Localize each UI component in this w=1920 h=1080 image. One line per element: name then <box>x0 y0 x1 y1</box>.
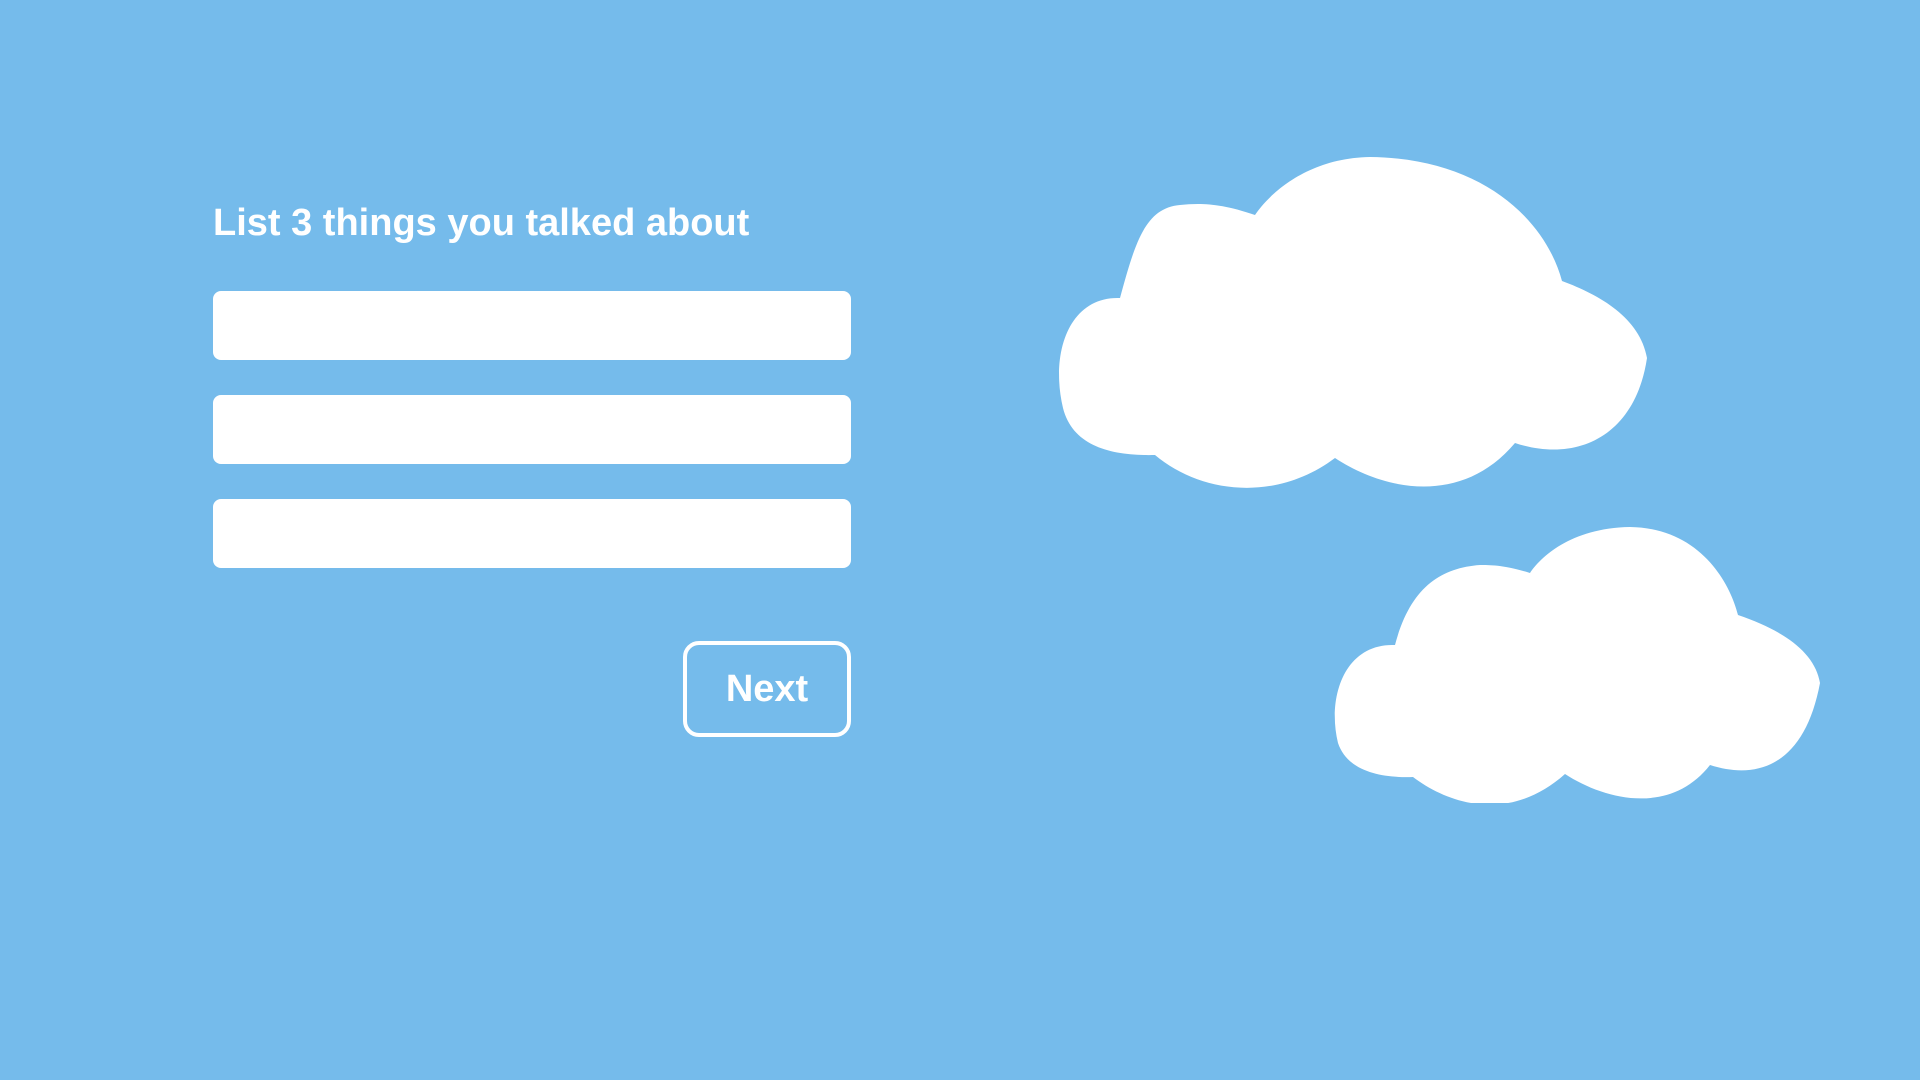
next-button[interactable]: Next <box>683 641 851 737</box>
answer-field-3[interactable] <box>213 499 851 568</box>
answer-fields <box>213 291 851 603</box>
cloud-small-decoration <box>1334 527 1820 803</box>
cloud-large-decoration <box>1059 157 1647 488</box>
prompt-heading: List 3 things you talked about <box>213 202 750 244</box>
answer-field-2[interactable] <box>213 395 851 464</box>
answer-field-1[interactable] <box>213 291 851 360</box>
